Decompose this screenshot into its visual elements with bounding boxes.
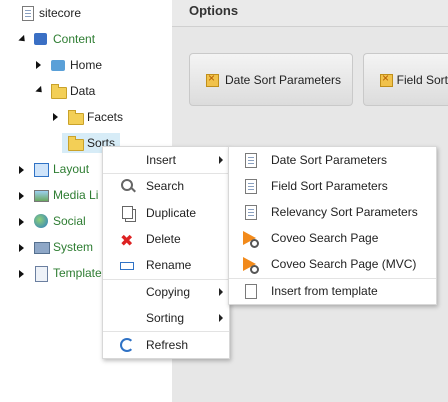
insert-item-from-template[interactable]: Insert from template	[229, 278, 436, 304]
menu-item-label: Refresh	[146, 338, 189, 352]
expand-arrow-icon[interactable]	[19, 244, 24, 252]
menu-item-label: Copying	[146, 285, 191, 299]
menu-item-copying[interactable]: Copying	[103, 279, 229, 305]
globe-icon	[33, 213, 49, 229]
button-label: Field Sort	[396, 72, 448, 87]
layout-icon	[33, 161, 49, 177]
tree-node-social[interactable]: Social	[33, 211, 86, 231]
menu-item-delete[interactable]: ✖ Delete	[103, 226, 229, 252]
sort-parameters-icon	[204, 71, 220, 88]
insert-from-template-icon	[242, 283, 258, 299]
menu-item-label: Duplicate	[146, 206, 197, 220]
submenu-arrow-icon	[219, 156, 223, 164]
search-icon	[119, 178, 135, 194]
tree-node-data[interactable]: Data	[50, 81, 95, 101]
sort-parameters-icon	[378, 71, 393, 88]
tree-node-label: System	[53, 240, 94, 254]
context-menu: Insert Search Duplicate ✖ Delete Rename …	[102, 146, 230, 359]
delete-icon: ✖	[120, 231, 134, 250]
insert-item-date-sort-parameters[interactable]: Date Sort Parameters	[229, 147, 436, 173]
folder-icon	[50, 83, 67, 99]
collapse-arrow-icon[interactable]	[18, 34, 28, 45]
expand-arrow-icon[interactable]	[36, 61, 41, 69]
coveo-search-icon	[242, 256, 259, 274]
menu-item-insert[interactable]: Insert	[103, 147, 229, 173]
menu-item-label: Insert	[146, 153, 177, 167]
button-label: Date Sort Parameters	[225, 72, 342, 87]
menu-item-label: Delete	[146, 232, 181, 246]
sort-parameters-icon	[242, 152, 258, 168]
menu-item-rename[interactable]: Rename	[103, 252, 229, 278]
submenu-arrow-icon	[219, 288, 223, 296]
menu-item-duplicate[interactable]: Duplicate	[103, 200, 229, 226]
tree-node-label: Template	[53, 266, 102, 280]
menu-item-sorting[interactable]: Sorting	[103, 305, 229, 331]
expand-arrow-icon[interactable]	[19, 166, 24, 174]
tree-node-label: Social	[53, 214, 86, 228]
insert-item-coveo-search-page-mvc[interactable]: Coveo Search Page (MVC)	[229, 251, 436, 277]
tree-node-label: Facets	[87, 110, 124, 124]
system-icon	[33, 239, 50, 255]
tree-node-media-library[interactable]: Media Li	[33, 185, 98, 205]
content-cube-icon	[33, 31, 49, 47]
folder-icon	[67, 109, 84, 125]
media-library-icon	[33, 187, 49, 203]
template-icon	[33, 265, 49, 282]
rename-icon	[119, 257, 135, 273]
tree-node-facets[interactable]: Facets	[67, 107, 123, 127]
tree-node-content[interactable]: Content	[33, 29, 95, 49]
folder-icon	[67, 135, 84, 151]
sort-parameters-icon	[242, 178, 258, 194]
sitecore-icon	[19, 5, 35, 21]
expand-arrow-icon[interactable]	[19, 270, 24, 278]
submenu-arrow-icon	[219, 314, 223, 322]
insert-item-coveo-search-page[interactable]: Coveo Search Page	[229, 225, 436, 251]
menu-item-label: Rename	[146, 258, 192, 272]
tree-node-layout[interactable]: Layout	[33, 159, 89, 179]
menu-item-label: Sorting	[146, 311, 185, 325]
home-icon	[50, 57, 66, 73]
insert-item-field-sort-parameters[interactable]: Field Sort Parameters	[229, 173, 436, 199]
menu-item-label: Coveo Search Page (MVC)	[271, 257, 417, 271]
menu-item-label: Field Sort Parameters	[271, 179, 388, 193]
collapse-arrow-icon[interactable]	[35, 85, 45, 96]
date-sort-parameters-button[interactable]: Date Sort Parameters	[189, 53, 353, 106]
tree-node-templates[interactable]: Template	[33, 263, 102, 283]
menu-item-search[interactable]: Search	[103, 173, 229, 199]
tree-node-label: Content	[53, 32, 96, 46]
menu-item-label: Relevancy Sort Parameters	[271, 205, 418, 219]
tree-node-label: Media Li	[53, 188, 99, 202]
coveo-search-icon	[242, 230, 259, 248]
menu-item-label: Coveo Search Page	[271, 231, 379, 245]
tree-node-label: sitecore	[39, 6, 82, 20]
expand-arrow-icon[interactable]	[53, 113, 58, 121]
insert-item-relevancy-sort-parameters[interactable]: Relevancy Sort Parameters	[229, 199, 436, 225]
menu-item-label: Date Sort Parameters	[271, 153, 388, 167]
refresh-icon	[119, 337, 135, 353]
field-sort-parameters-button[interactable]: Field Sort	[363, 53, 448, 106]
tree-node-system[interactable]: System	[33, 237, 93, 257]
menu-item-refresh[interactable]: Refresh	[103, 332, 229, 358]
duplicate-icon	[119, 205, 135, 221]
sort-parameters-icon	[242, 204, 258, 220]
menu-item-label: Search	[146, 179, 185, 193]
insert-submenu: Date Sort Parameters Field Sort Paramete…	[228, 146, 437, 305]
tree-node-label: Data	[70, 84, 96, 98]
tree-node-label: Home	[70, 58, 103, 72]
options-title: Options	[189, 3, 239, 18]
tree-node-home[interactable]: Home	[50, 55, 102, 75]
menu-item-label: Insert from template	[271, 284, 378, 298]
tree-node-sitecore[interactable]: sitecore	[19, 3, 81, 23]
expand-arrow-icon[interactable]	[19, 192, 24, 200]
tree-node-label: Layout	[53, 162, 90, 176]
expand-arrow-icon[interactable]	[19, 218, 24, 226]
